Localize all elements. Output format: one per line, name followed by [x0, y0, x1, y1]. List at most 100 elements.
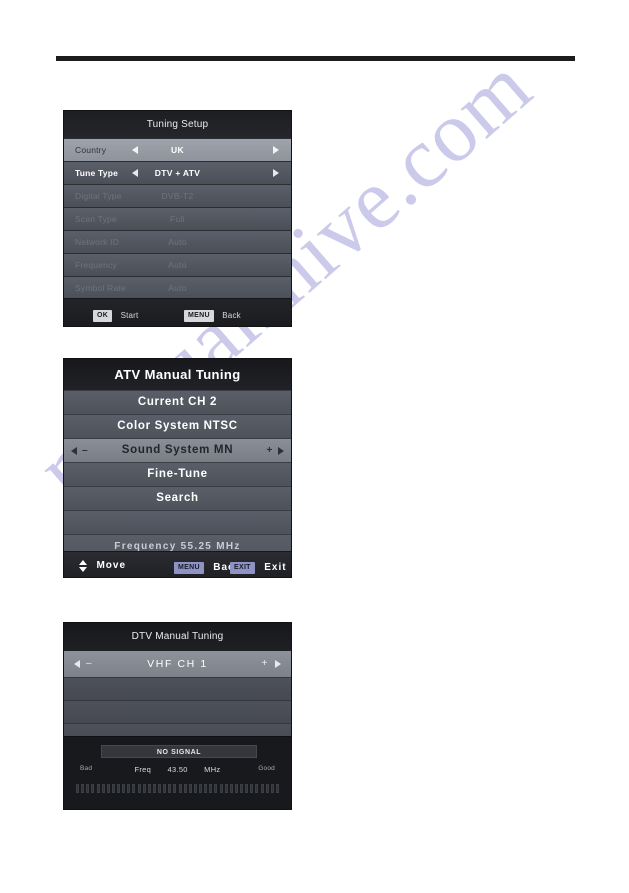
dtv-title: DTV Manual Tuning	[64, 623, 291, 651]
dtv-signal-area: NO SIGNAL Bad Freq 43.50 MHz Good	[64, 736, 291, 809]
header-divider	[56, 56, 575, 61]
signal-segment	[132, 784, 136, 793]
sound-system-minus-icon[interactable]: –	[82, 439, 88, 462]
signal-segment	[219, 784, 223, 793]
row-scan-type: Scan Type Full	[64, 207, 291, 230]
row-scan-type-value: Full	[170, 214, 185, 224]
signal-segment	[106, 784, 110, 793]
signal-segment	[168, 784, 172, 793]
signal-segment	[158, 784, 161, 793]
atv-exit-action-label: Exit	[264, 562, 287, 574]
atv-row-search[interactable]: Search	[64, 486, 291, 510]
dtv-channel-label: VHF CH 1	[147, 658, 208, 670]
row-tune-type-value: DTV + ATV	[154, 168, 201, 178]
signal-segment	[209, 784, 213, 793]
signal-segment	[245, 784, 249, 793]
atv-manual-tuning-panel: ATV Manual Tuning Current CH 2 Color Sys…	[63, 358, 292, 578]
menu-key-chip: MENU	[184, 309, 214, 322]
signal-segment	[234, 784, 238, 793]
atv-menu-key-chip: MENU	[174, 561, 204, 574]
sound-system-left-arrow-icon[interactable]	[71, 446, 77, 455]
dtv-minus-icon[interactable]: –	[86, 651, 93, 677]
signal-segment	[204, 784, 208, 793]
signal-segment	[101, 784, 105, 793]
signal-segment	[173, 784, 177, 793]
footer-ok-start[interactable]: OK Start	[93, 307, 138, 325]
menu-action-label: Back	[222, 311, 241, 321]
signal-freq-label: Freq	[134, 765, 152, 774]
signal-freq-unit: MHz	[204, 765, 221, 774]
signal-segment	[260, 784, 264, 793]
signal-segment	[224, 784, 228, 793]
signal-segment	[81, 784, 85, 793]
signal-good-label: Good	[258, 765, 275, 772]
signal-segment	[183, 784, 187, 793]
tune-type-right-arrow-icon[interactable]	[273, 169, 279, 177]
row-network-id-value: Auto	[168, 237, 187, 247]
status-badge: NO SIGNAL	[101, 745, 257, 758]
atv-title: ATV Manual Tuning	[64, 359, 291, 390]
signal-segment	[255, 784, 259, 793]
signal-freq-value: 43.50	[167, 765, 188, 774]
footer-move[interactable]: Move	[78, 557, 126, 575]
dtv-plus-icon[interactable]: +	[262, 651, 269, 677]
row-country-value: UK	[171, 145, 184, 155]
dtv-channel-row[interactable]: – VHF CH 1 +	[64, 651, 291, 677]
atv-row-sound-system[interactable]: – Sound System MN +	[64, 438, 291, 462]
atv-exit-key-chip: EXIT	[230, 561, 255, 574]
row-network-id: Network ID Auto	[64, 230, 291, 253]
signal-segment	[122, 784, 126, 793]
signal-segment	[163, 784, 167, 793]
country-right-arrow-icon[interactable]	[273, 146, 279, 154]
row-digital-type-value: DVB-T2	[161, 191, 194, 201]
atv-row-blank	[64, 510, 291, 534]
footer-menu-back[interactable]: MENU Back	[184, 307, 241, 325]
dtv-left-arrow-icon[interactable]	[74, 660, 80, 668]
footer-atv-exit[interactable]: EXIT Exit	[230, 559, 287, 577]
tuning-setup-footer: OK Start MENU Back	[64, 298, 291, 326]
dtv-empty-row	[64, 700, 291, 723]
ok-action-label: Start	[120, 311, 139, 321]
move-label: Move	[96, 560, 127, 572]
signal-strength-bar	[76, 784, 279, 793]
atv-footer: Move MENU Back EXIT Exit	[64, 551, 291, 577]
signal-segment	[250, 784, 254, 793]
row-symbol-rate: Symbol Rate Auto	[64, 276, 291, 299]
row-digital-type: Digital Type DVB-T2	[64, 184, 291, 207]
signal-segment	[270, 784, 274, 793]
signal-segment	[142, 784, 146, 793]
dtv-right-arrow-icon[interactable]	[275, 660, 281, 668]
signal-segment	[178, 784, 182, 793]
signal-segment	[111, 784, 115, 793]
signal-segment	[214, 784, 218, 793]
signal-segment	[193, 784, 197, 793]
atv-row-fine-tune[interactable]: Fine-Tune	[64, 462, 291, 486]
signal-frequency-readout: Freq 43.50 MHz	[64, 765, 291, 774]
signal-segment	[240, 784, 243, 793]
row-frequency-value: Auto	[168, 260, 187, 270]
signal-segment	[127, 784, 131, 793]
row-frequency: Frequency Auto	[64, 253, 291, 276]
signal-segment	[188, 784, 192, 793]
row-tune-type[interactable]: Tune Type DTV + ATV	[64, 161, 291, 184]
signal-segment	[152, 784, 156, 793]
signal-segment	[229, 784, 233, 793]
signal-segment	[199, 784, 202, 793]
up-down-arrow-icon	[78, 559, 87, 572]
signal-segment	[147, 784, 151, 793]
row-country[interactable]: Country UK	[64, 138, 291, 161]
sound-system-right-arrow-icon[interactable]	[278, 446, 284, 455]
signal-segment	[137, 784, 141, 793]
atv-row-current-ch[interactable]: Current CH 2	[64, 390, 291, 414]
signal-segment	[76, 784, 79, 793]
signal-segment	[91, 784, 95, 793]
row-symbol-rate-value: Auto	[168, 283, 187, 293]
tuning-setup-title: Tuning Setup	[64, 111, 291, 138]
atv-row-color-system[interactable]: Color System NTSC	[64, 414, 291, 438]
sound-system-plus-icon[interactable]: +	[266, 439, 273, 462]
signal-segment	[265, 784, 269, 793]
atv-row-sound-system-label: Sound System MN	[121, 444, 234, 456]
dtv-manual-tuning-panel: DTV Manual Tuning – VHF CH 1 + NO SIGNAL…	[63, 622, 292, 810]
signal-meter-labels: Bad Freq 43.50 MHz Good	[64, 765, 291, 777]
signal-segment	[275, 784, 279, 793]
